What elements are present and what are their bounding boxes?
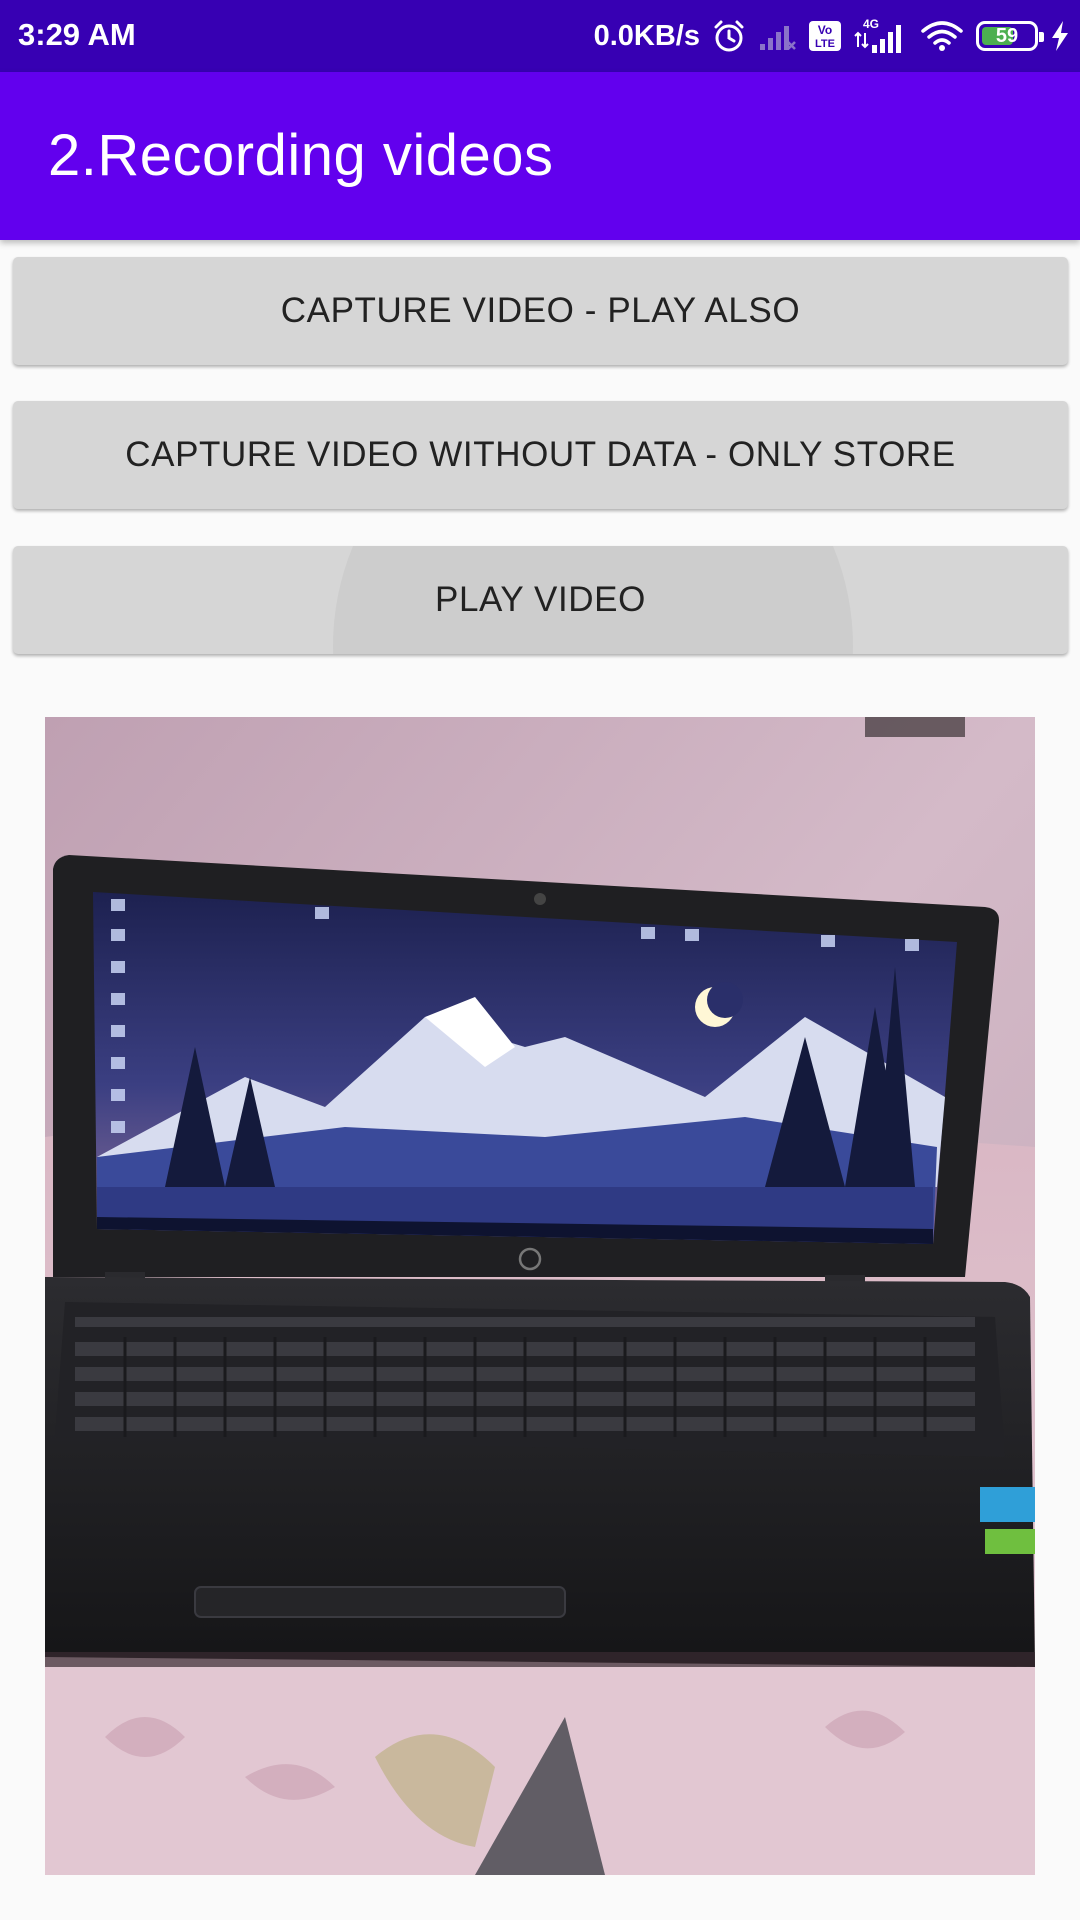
- status-icons: 0.0KB/s Vo LTE 4G 59: [594, 14, 1070, 58]
- play-video-label: PLAY VIDEO: [435, 580, 646, 619]
- battery-level: 59: [995, 24, 1019, 47]
- volte-bottom-text: LTE: [815, 38, 835, 50]
- play-video-button[interactable]: PLAY VIDEO: [13, 546, 1068, 654]
- network-type-text: 4G: [863, 17, 879, 31]
- network-speed: 0.0KB/s: [593, 19, 700, 52]
- signal-weak-icon: [758, 20, 796, 52]
- status-time: 3:29 AM: [18, 17, 136, 52]
- volte-top-text: Vo: [818, 23, 832, 37]
- capture-video-play-button[interactable]: CAPTURE VIDEO - PLAY ALSO: [13, 257, 1068, 365]
- captured-video-preview: [45, 717, 1035, 1875]
- app-bar: 2.Recording videos: [0, 72, 1080, 240]
- page-title: 2.Recording videos: [48, 123, 554, 188]
- status-bar: 3:29 AM 0.0KB/s Vo LTE 4G 59: [0, 0, 1080, 72]
- volte-icon: Vo LTE: [808, 19, 842, 53]
- signal-4g-icon: 4G: [854, 17, 908, 55]
- wifi-icon: [920, 19, 964, 53]
- alarm-icon: [712, 19, 746, 53]
- battery-icon: 59: [976, 21, 1044, 51]
- capture-video-store-button[interactable]: CAPTURE VIDEO WITHOUT DATA - ONLY STORE: [13, 401, 1068, 509]
- charging-icon: [1050, 19, 1070, 53]
- capture-video-store-label: CAPTURE VIDEO WITHOUT DATA - ONLY STORE: [125, 435, 956, 474]
- capture-video-play-label: CAPTURE VIDEO - PLAY ALSO: [280, 291, 801, 330]
